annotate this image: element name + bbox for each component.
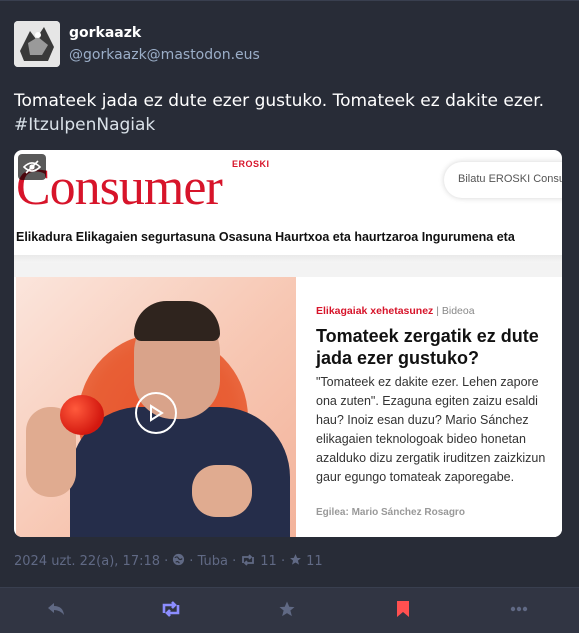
article-summary: Elikagaiak xehetasunez | Bideoa Tomateek…: [296, 277, 562, 537]
site-search-field: Bilatu EROSKI Consumer: [444, 162, 562, 198]
reply-icon: [48, 603, 64, 615]
ellipsis-icon: [510, 606, 528, 612]
avatar[interactable]: [14, 21, 60, 67]
category-separator: |: [433, 305, 442, 317]
boost-button[interactable]: [156, 598, 186, 620]
thumbnail-fist: [192, 465, 252, 517]
more-button[interactable]: [504, 598, 534, 620]
hashtag-link[interactable]: #ItzulpenNagiak: [14, 113, 566, 137]
article-title: Tomateek zergatik ez dute jada ezer gust…: [316, 326, 539, 368]
separator: ·: [228, 554, 237, 569]
timestamp[interactable]: 2024 uzt. 22(a), 17:18: [14, 554, 160, 569]
article-author: Egilea: Mario Sánchez Rosagro: [316, 507, 465, 518]
application-name[interactable]: Tuba: [198, 554, 228, 569]
separator: ·: [276, 554, 286, 569]
play-icon[interactable]: [135, 392, 177, 434]
brand-label: EROSKI: [232, 159, 270, 169]
globe-icon: [172, 553, 185, 570]
divider: [14, 263, 562, 277]
thumbnail-person-hair: [134, 301, 220, 341]
star-icon: [279, 601, 295, 617]
category-type: Bideoa: [441, 305, 475, 317]
divider: [14, 255, 562, 263]
favourite-count[interactable]: 11: [306, 554, 323, 569]
eye-slash-icon[interactable]: [18, 154, 46, 180]
article-category: Elikagaiak xehetasunez | Bideoa: [316, 305, 475, 317]
thumbnail-person-body: [70, 407, 290, 537]
status-meta: 2024 uzt. 22(a), 17:18 · · Tuba · 11 · 1…: [14, 553, 323, 570]
site-navigation: Elikadura Elikagaien segurtasuna Osasuna…: [16, 230, 515, 244]
favourite-button[interactable]: [272, 598, 302, 620]
category-label: Elikagaiak xehetasunez: [316, 305, 434, 317]
separator: ·: [189, 554, 198, 569]
brand-logo: Consumer: [16, 159, 223, 216]
article-lead: "Tomateek ez dakite ezer. Lehen zapore o…: [316, 375, 546, 484]
preview-card[interactable]: EROSKI Consumer Bilatu EROSKI Consumer E…: [14, 150, 562, 537]
boost-count[interactable]: 11: [260, 554, 277, 569]
account-handle[interactable]: @gorkaazk@mastodon.eus: [69, 47, 260, 63]
status-container: gorkaazk @gorkaazk@mastodon.eus Tomateek…: [0, 0, 579, 633]
bookmark-button[interactable]: [388, 598, 418, 620]
thumbnail-tomato: [60, 395, 104, 435]
reply-button[interactable]: [41, 598, 71, 620]
bookmark-icon: [397, 601, 409, 617]
avatar-image: [14, 21, 60, 67]
status-text: Tomateek jada ez dute ezer gustuko. Toma…: [14, 91, 545, 111]
status-content: Tomateek jada ez dute ezer gustuko. Toma…: [14, 89, 566, 137]
boost-icon: [162, 601, 180, 617]
separator: ·: [160, 554, 169, 569]
display-name[interactable]: gorkaazk: [69, 25, 141, 41]
boost-icon: [240, 553, 256, 570]
star-icon: [289, 553, 302, 570]
